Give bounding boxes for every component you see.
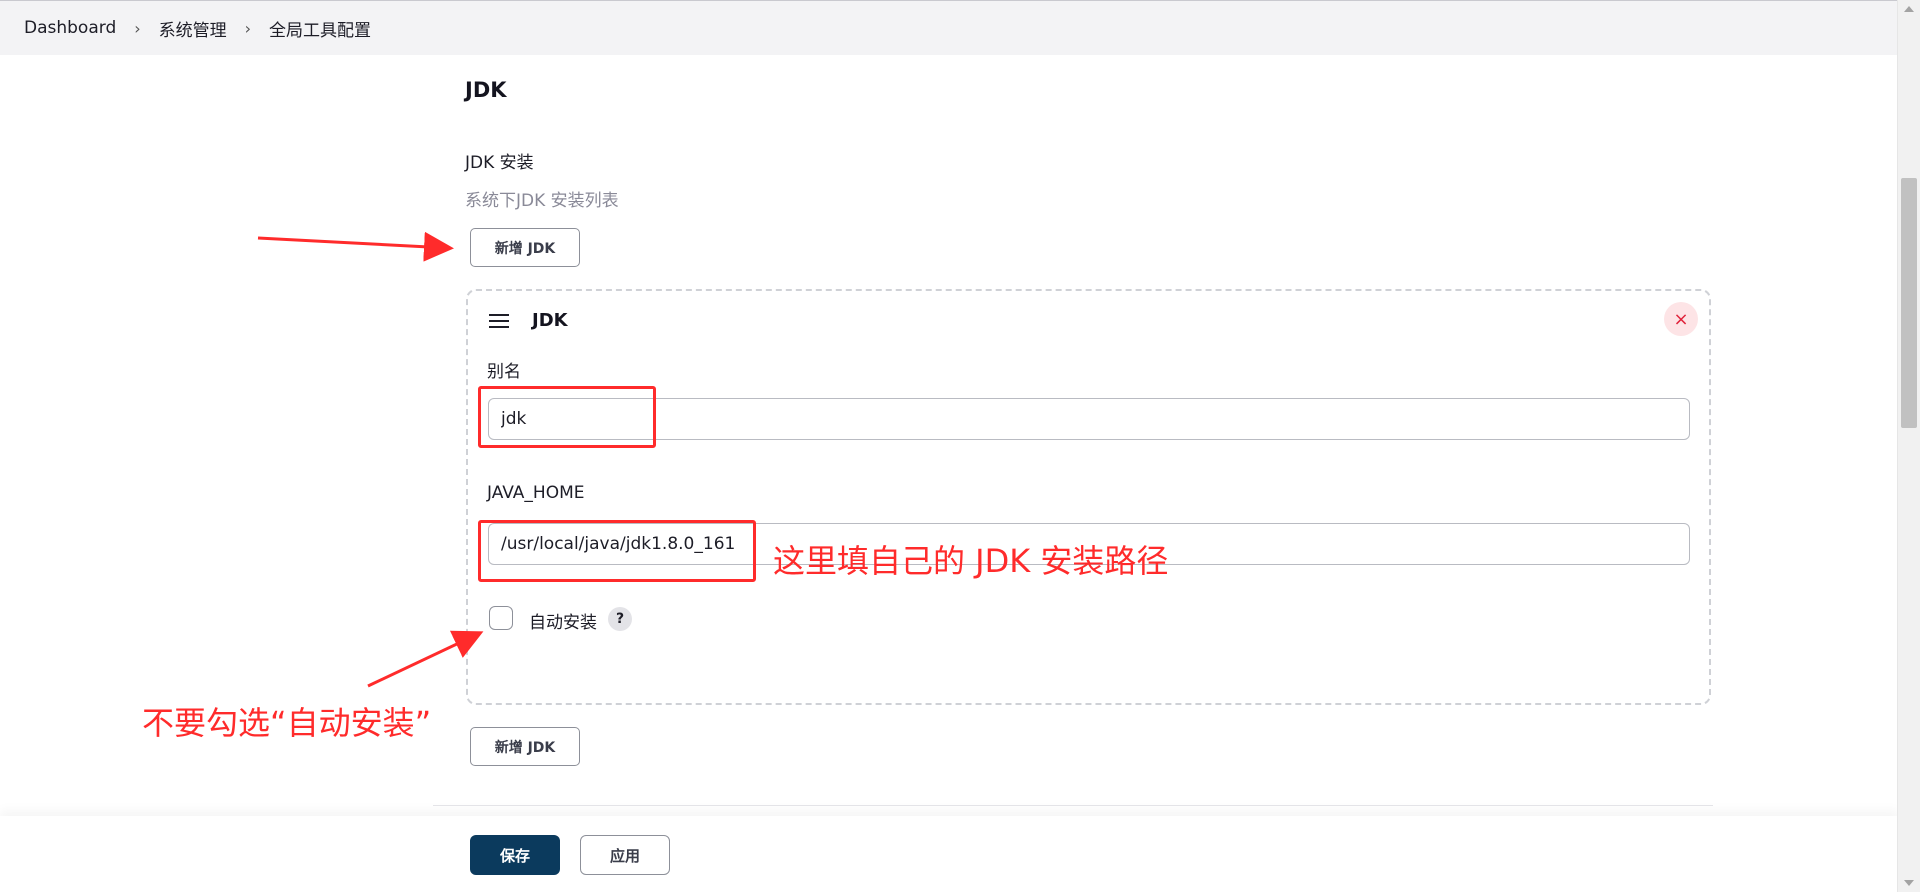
add-jdk-button[interactable]: 新增 JDK <box>470 228 580 267</box>
annotation-box-alias <box>478 386 656 448</box>
help-icon[interactable]: ? <box>608 607 632 631</box>
scrollbar-thumb[interactable] <box>1901 178 1917 428</box>
alias-input[interactable] <box>488 398 1690 440</box>
scrollbar[interactable] <box>1897 0 1920 892</box>
breadcrumb-global-tool-config[interactable]: 全局工具配置 <box>269 16 371 41</box>
save-button[interactable]: 保存 <box>470 835 560 875</box>
arrow-to-add-jdk <box>257 231 454 262</box>
java-home-label: JAVA_HOME <box>487 483 585 503</box>
auto-install-label: 自动安装 <box>529 613 597 633</box>
arrow-to-auto-install <box>367 630 484 688</box>
drag-handle-icon[interactable] <box>489 314 509 328</box>
scroll-down-icon[interactable] <box>1904 880 1914 886</box>
annotation-java-home-note: 这里填自己的 JDK 安装路径 <box>773 542 1169 580</box>
apply-button[interactable]: 应用 <box>580 835 670 875</box>
divider <box>433 805 1713 806</box>
jdk-installation-card <box>466 289 1711 705</box>
footer-bar <box>0 816 1898 892</box>
scroll-up-icon[interactable] <box>1904 6 1914 12</box>
auto-install-checkbox[interactable] <box>489 606 513 630</box>
jdk-installs-label: JDK 安装 <box>465 153 534 173</box>
section-title: JDK <box>465 78 507 102</box>
breadcrumb-dashboard[interactable]: Dashboard <box>24 18 116 38</box>
add-jdk-button-bottom[interactable]: 新增 JDK <box>470 727 580 766</box>
breadcrumb: Dashboard › 系统管理 › 全局工具配置 <box>0 0 1898 55</box>
chevron-right-icon: › <box>134 18 141 38</box>
jdk-installs-description: 系统下JDK 安装列表 <box>465 191 619 211</box>
annotation-box-java-home <box>478 520 756 582</box>
breadcrumb-system-management[interactable]: 系统管理 <box>159 16 227 41</box>
alias-label: 别名 <box>487 362 521 382</box>
annotation-auto-install-note: 不要勾选“自动安装” <box>142 704 432 742</box>
chevron-right-icon: › <box>244 18 252 38</box>
jdk-card-title: JDK <box>532 310 568 331</box>
close-icon[interactable]: × <box>1664 302 1698 336</box>
